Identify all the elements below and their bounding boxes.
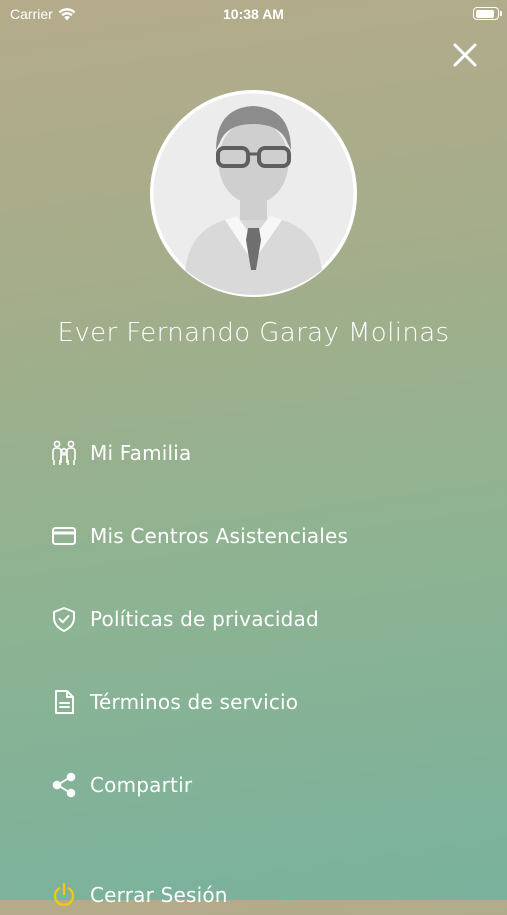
user-name: Ever Fernando Garay Molinas xyxy=(57,318,450,348)
battery-icon xyxy=(473,7,502,20)
share-icon xyxy=(50,771,78,799)
clock: 10:38 AM xyxy=(223,6,284,22)
menu-item-label: Mi Familia xyxy=(90,441,192,465)
document-icon xyxy=(50,688,78,716)
menu-item-politicas[interactable]: Políticas de privacidad xyxy=(50,599,319,639)
close-icon xyxy=(453,43,477,67)
status-bar: Carrier 10:38 AM xyxy=(0,0,507,28)
menu-item-label: Términos de servicio xyxy=(90,690,299,714)
menu-item-cerrar-sesion[interactable]: Cerrar Sesión xyxy=(50,875,228,915)
menu-item-label: Mis Centros Asistenciales xyxy=(90,524,349,548)
menu-item-terminos[interactable]: Términos de servicio xyxy=(50,682,298,722)
shield-check-icon xyxy=(50,605,78,633)
avatar xyxy=(150,90,357,297)
card-icon xyxy=(50,522,78,550)
family-icon xyxy=(50,439,78,467)
menu-item-mi-familia[interactable]: Mi Familia xyxy=(50,433,192,473)
close-button[interactable] xyxy=(450,40,480,70)
menu-item-compartir[interactable]: Compartir xyxy=(50,765,192,805)
menu-item-mis-centros[interactable]: Mis Centros Asistenciales xyxy=(50,516,348,556)
menu-item-label: Cerrar Sesión xyxy=(90,883,228,907)
power-icon xyxy=(50,881,78,909)
menu-item-label: Políticas de privacidad xyxy=(90,607,319,631)
avatar-placeholder-icon xyxy=(153,93,354,295)
menu-item-label: Compartir xyxy=(90,773,193,797)
